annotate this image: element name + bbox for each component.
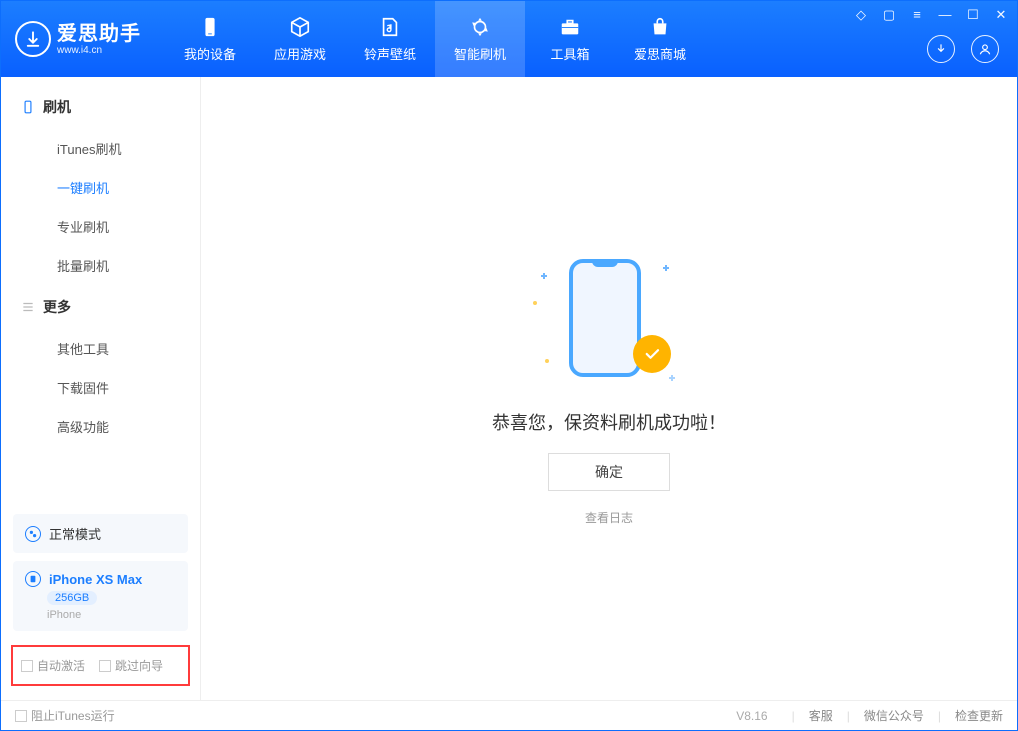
tab-label: 铃声壁纸 [364,44,416,63]
flash-options-box: 自动激活 跳过向导 [11,645,190,686]
device-type: iPhone [47,609,81,621]
tab-apps[interactable]: 应用游戏 [255,1,345,77]
checkbox-auto-activate[interactable]: 自动激活 [21,657,85,674]
cube-icon [289,16,311,38]
checkmark-badge-icon [633,335,671,373]
maximize-button[interactable]: ☐ [965,7,981,23]
tab-my-device[interactable]: 我的设备 [165,1,255,77]
tab-label: 爱思商城 [634,44,686,63]
bag-icon [649,16,671,38]
logo-icon [15,21,51,57]
sidebar-item-advanced[interactable]: 高级功能 [1,407,200,446]
logo[interactable]: 爱思助手 www.i4.cn [1,1,155,77]
tab-label: 智能刷机 [454,44,506,63]
checkbox-skip-guide[interactable]: 跳过向导 [99,657,163,674]
checkbox-icon [21,660,33,672]
download-icon[interactable] [927,35,955,63]
list-icon [21,300,35,314]
music-file-icon [379,16,401,38]
device-name: iPhone XS Max [49,572,142,587]
checkbox-icon [99,660,111,672]
update-link[interactable]: 检查更新 [955,707,1003,724]
skin-icon[interactable]: ◇ [853,7,869,23]
account-icons [927,35,999,63]
version-label: V8.16 [736,709,767,723]
device-icon [199,16,221,38]
view-log-link[interactable]: 查看日志 [585,509,633,526]
sidebar-header-flash: 刷机 [1,85,200,129]
sidebar-item-batch[interactable]: 批量刷机 [1,246,200,285]
mode-icon [25,526,41,542]
success-illustration [539,251,679,391]
toolbox-icon [559,16,581,38]
sidebar-item-pro[interactable]: 专业刷机 [1,207,200,246]
tab-label: 我的设备 [184,44,236,63]
success-message: 恭喜您，保资料刷机成功啦！ [492,409,726,435]
support-link[interactable]: 客服 [809,707,833,724]
user-icon[interactable] [971,35,999,63]
app-subtitle: www.i4.cn [57,45,141,56]
checkbox-block-itunes[interactable]: 阻止iTunes运行 [15,707,115,724]
tab-toolbox[interactable]: 工具箱 [525,1,615,77]
close-button[interactable]: ✕ [993,7,1009,23]
tab-label: 工具箱 [550,44,589,63]
wechat-link[interactable]: 微信公众号 [864,707,924,724]
menu-icon[interactable]: ≡ [909,7,925,23]
checkbox-icon [15,710,27,722]
main-content: 恭喜您，保资料刷机成功啦！ 确定 查看日志 [201,77,1017,700]
sidebar-item-onekey[interactable]: 一键刷机 [1,168,200,207]
mode-card[interactable]: 正常模式 [13,514,188,553]
storage-badge: 256GB [47,591,97,605]
refresh-gear-icon [469,16,491,38]
sidebar-header-more: 更多 [1,285,200,329]
app-title: 爱思助手 [57,23,141,45]
ok-button[interactable]: 确定 [548,453,670,491]
app-header: 爱思助手 www.i4.cn 我的设备 应用游戏 铃声壁纸 智能刷机 工具箱 爱… [1,1,1017,77]
tab-label: 应用游戏 [274,44,326,63]
phone-graphic [569,259,641,377]
phone-icon [21,100,35,114]
minimize-button[interactable]: — [937,7,953,23]
mode-label: 正常模式 [49,524,101,543]
feedback-icon[interactable]: ▢ [881,7,897,23]
tab-ringtone[interactable]: 铃声壁纸 [345,1,435,77]
tab-store[interactable]: 爱思商城 [615,1,705,77]
sidebar: 刷机 iTunes刷机 一键刷机 专业刷机 批量刷机 更多 其他工具 下载固件 … [1,77,201,700]
window-controls: ◇ ▢ ≡ — ☐ ✕ [853,7,1009,23]
tab-flash[interactable]: 智能刷机 [435,1,525,77]
main-tabs: 我的设备 应用游戏 铃声壁纸 智能刷机 工具箱 爱思商城 [165,1,705,77]
device-card-icon [25,571,41,587]
sidebar-item-download[interactable]: 下载固件 [1,368,200,407]
sidebar-item-other[interactable]: 其他工具 [1,329,200,368]
sidebar-item-itunes[interactable]: iTunes刷机 [1,129,200,168]
footer: 阻止iTunes运行 V8.16 | 客服 | 微信公众号 | 检查更新 [1,700,1017,730]
device-card[interactable]: iPhone XS Max 256GB iPhone [13,561,188,631]
